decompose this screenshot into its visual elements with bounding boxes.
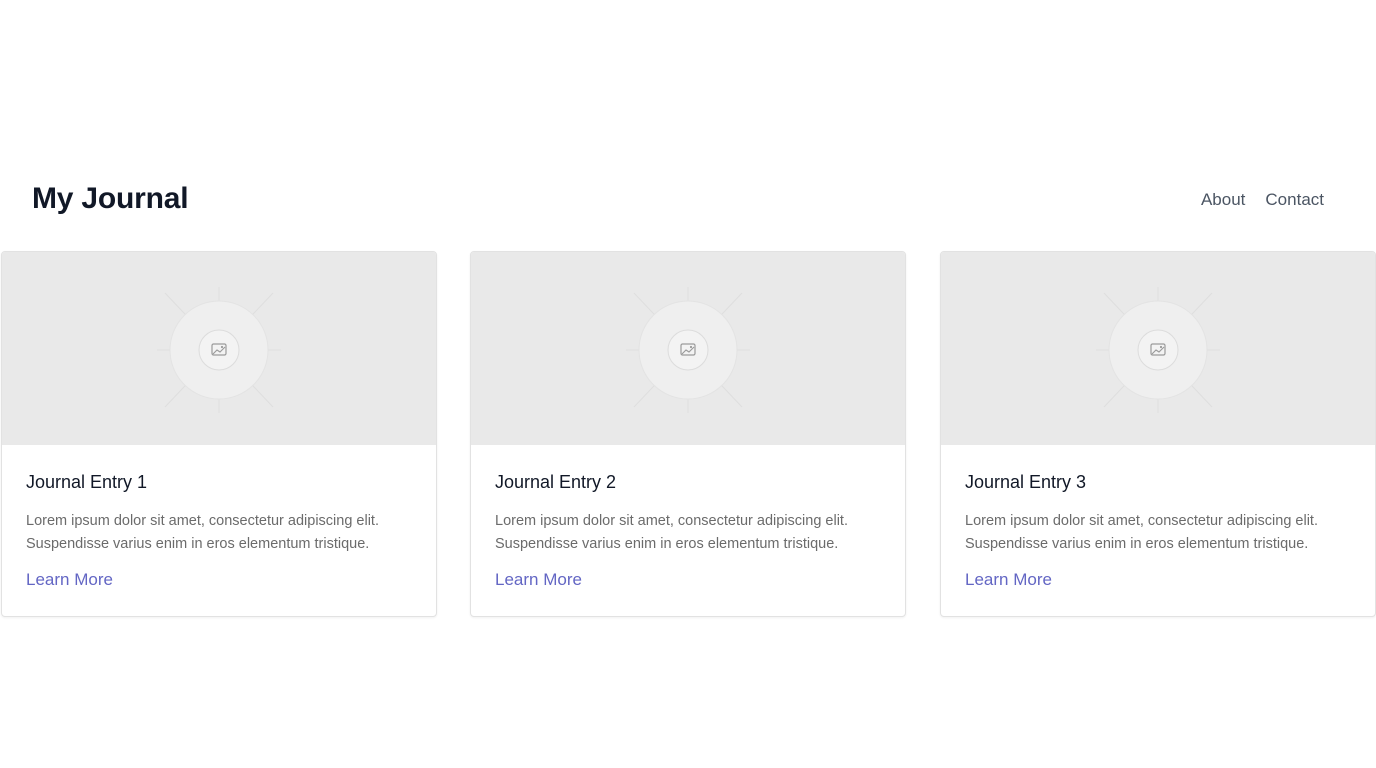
image-placeholder-icon — [157, 287, 281, 413]
card-title: Journal Entry 1 — [26, 472, 148, 492]
journal-cards: Journal Entry 1 Lorem ipsum dolor sit am… — [0, 251, 1376, 617]
card-image — [471, 252, 905, 445]
learn-more-link[interactable]: Learn More — [495, 570, 582, 590]
nav-link-contact[interactable]: Contact — [1265, 190, 1324, 210]
card-title: Journal Entry 3 — [965, 472, 1087, 492]
site-title: My Journal — [32, 182, 189, 215]
learn-more-link[interactable]: Learn More — [965, 570, 1052, 590]
journal-card-3: Journal Entry 3 Lorem ipsum dolor sit am… — [940, 251, 1376, 617]
card-text: Lorem ipsum dolor sit amet, consectetur … — [495, 513, 848, 552]
main-nav: About Contact — [1201, 190, 1324, 210]
journal-card-2: Journal Entry 2 Lorem ipsum dolor sit am… — [470, 251, 906, 617]
learn-more-link[interactable]: Learn More — [26, 570, 113, 590]
card-image — [2, 252, 436, 445]
page: My Journal About Contact Journal Entry 1… — [0, 0, 1376, 768]
nav-link-about[interactable]: About — [1201, 190, 1245, 210]
site-header: My Journal About Contact — [0, 180, 1376, 224]
image-placeholder-icon — [626, 287, 750, 413]
card-image — [941, 252, 1375, 445]
image-placeholder-icon — [1096, 287, 1220, 413]
card-text: Lorem ipsum dolor sit amet, consectetur … — [26, 513, 379, 552]
card-text: Lorem ipsum dolor sit amet, consectetur … — [965, 513, 1318, 552]
card-title: Journal Entry 2 — [495, 472, 617, 492]
journal-card-1: Journal Entry 1 Lorem ipsum dolor sit am… — [1, 251, 437, 617]
